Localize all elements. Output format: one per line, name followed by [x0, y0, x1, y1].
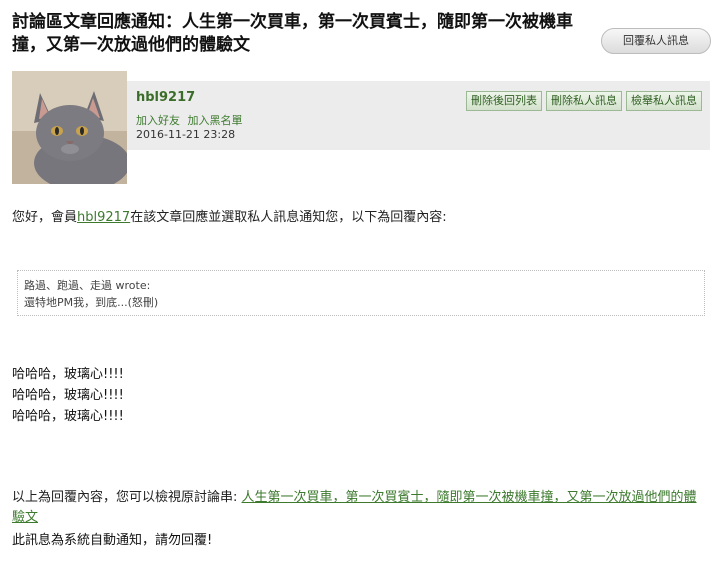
outro-text: 以上為回覆內容，您可以檢視原討論串: 人生第一次買車，第一次買賓士，隨即第一次被… [12, 488, 708, 528]
outro-before: 以上為回覆內容，您可以檢視原討論串: [12, 490, 242, 505]
delete-message-button[interactable]: 刪除私人訊息 [546, 91, 622, 111]
message-line: 哈哈哈，玻璃心!!!! [12, 409, 124, 424]
message-line: 哈哈哈，玻璃心!!!! [12, 388, 124, 403]
username[interactable]: hbl9217 [136, 90, 195, 105]
intro-after: 在該文章回應並選取私人訊息通知您，以下為回覆內容: [130, 210, 447, 225]
user-links: 加入好友 加入黑名單 [136, 112, 247, 128]
message-line: 哈哈哈，玻璃心!!!! [12, 367, 124, 382]
quote-text: 還特地PM我，到底...(怒刪) [24, 296, 159, 309]
user-info-bar: hbl9217 加入好友 加入黑名單 2016-11-21 23:28 刪除後回… [127, 81, 710, 150]
delete-back-to-list-button[interactable]: 刪除後回列表 [466, 91, 542, 111]
message-actions: 刪除後回列表 刪除私人訊息 檢舉私人訊息 [466, 91, 702, 111]
page-title: 討論區文章回應通知：人生第一次買車，第一次買賓士，隨即第一次被機車撞，又第一次放… [12, 12, 573, 55]
system-notice: 此訊息為系統自動通知，請勿回覆! [12, 533, 213, 548]
cat-photo-icon [12, 71, 127, 184]
member-link[interactable]: hbl9217 [77, 210, 130, 225]
reply-private-message-button[interactable]: 回覆私人訊息 [601, 28, 711, 54]
quote-header: 路過、跑過、走過 wrote: [24, 279, 151, 292]
avatar[interactable] [12, 71, 127, 184]
intro-text: 您好，會員hbl9217在該文章回應並選取私人訊息通知您，以下為回覆內容: [12, 206, 447, 225]
add-blacklist-link[interactable]: 加入黑名單 [188, 114, 243, 127]
report-message-button[interactable]: 檢舉私人訊息 [626, 91, 702, 111]
quote-box: 路過、跑過、走過 wrote: 還特地PM我，到底...(怒刪) [17, 270, 705, 316]
add-friend-link[interactable]: 加入好友 [136, 114, 180, 127]
intro-before: 您好，會員 [12, 210, 78, 225]
message-date: 2016-11-21 23:28 [136, 128, 236, 141]
